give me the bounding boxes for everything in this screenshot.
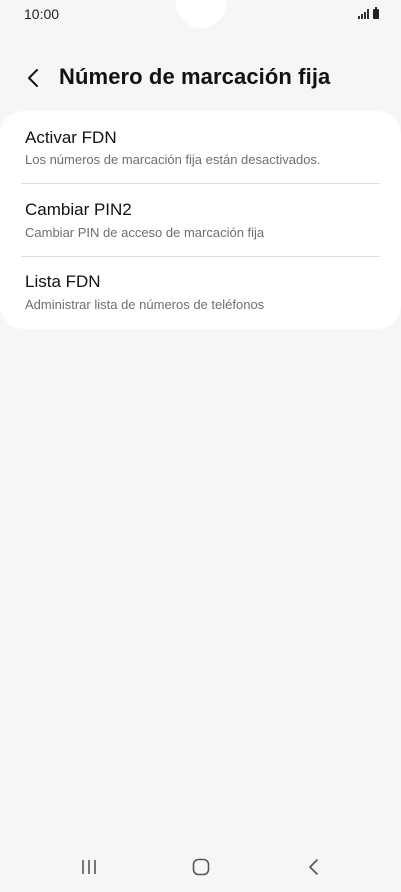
back-arrow-icon bbox=[28, 69, 38, 87]
status-icons bbox=[358, 7, 379, 19]
home-button[interactable] bbox=[181, 850, 221, 884]
page-title: Número de marcación fija bbox=[59, 64, 331, 89]
item-title: Cambiar PIN2 bbox=[25, 200, 132, 219]
screen: 10:00 Número de marcación fija Activar F… bbox=[0, 0, 401, 892]
header: Número de marcación fija bbox=[0, 58, 401, 98]
recent-apps-icon bbox=[82, 860, 96, 874]
settings-card: Activar FDN Los números de marcación fij… bbox=[0, 111, 401, 329]
list-item-activar-fdn[interactable]: Activar FDN Los números de marcación fij… bbox=[0, 111, 401, 183]
item-title: Activar FDN bbox=[25, 128, 117, 147]
nav-back-button[interactable] bbox=[294, 850, 334, 884]
item-subtitle: Los números de marcación fija están desa… bbox=[25, 152, 321, 167]
list-item-cambiar-pin2[interactable]: Cambiar PIN2 Cambiar PIN de acceso de ma… bbox=[0, 184, 401, 256]
item-subtitle: Cambiar PIN de acceso de marcación fija bbox=[25, 225, 265, 240]
list-item-lista-fdn[interactable]: Lista FDN Administrar lista de números d… bbox=[0, 257, 401, 329]
signal-icon bbox=[358, 9, 369, 19]
status-bar: 10:00 bbox=[0, 0, 401, 32]
camera-notch bbox=[176, 0, 226, 28]
back-button[interactable] bbox=[20, 64, 48, 92]
recent-apps-button[interactable] bbox=[69, 850, 109, 884]
status-time: 10:00 bbox=[24, 6, 60, 22]
navigation-bar bbox=[0, 842, 401, 892]
item-title: Lista FDN bbox=[25, 272, 101, 291]
battery-icon bbox=[373, 7, 379, 19]
back-icon bbox=[309, 859, 318, 875]
item-subtitle: Administrar lista de números de teléfono… bbox=[25, 297, 265, 312]
home-icon bbox=[192, 858, 210, 876]
